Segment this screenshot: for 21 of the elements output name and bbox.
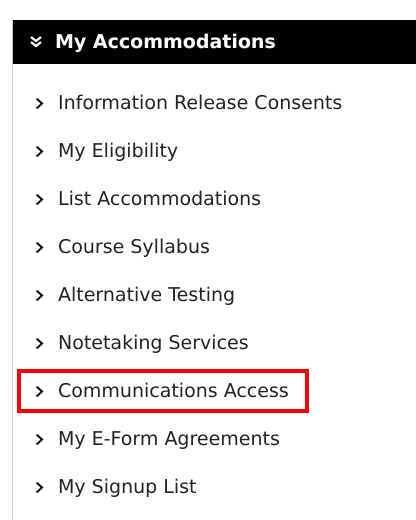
menu-link[interactable]: Information Release Consents: [17, 81, 362, 125]
menu-link[interactable]: Communications Access: [17, 369, 309, 413]
menu-title: My Accommodations: [55, 30, 276, 55]
menu-link[interactable]: My E-Form Agreements: [17, 417, 300, 461]
chevron-right-icon: [35, 240, 44, 254]
menu-link[interactable]: List Accommodations: [17, 177, 282, 221]
chevron-right-icon: [35, 480, 44, 494]
menu-link[interactable]: My Eligibility: [17, 129, 198, 173]
chevron-right-icon: [35, 288, 44, 302]
menu-link[interactable]: Alternative Testing: [17, 273, 256, 317]
chevron-right-icon: [35, 144, 44, 158]
menu-link[interactable]: My Signup List: [17, 465, 216, 509]
double-chevron-down-icon: [29, 35, 43, 49]
chevron-right-icon: [35, 432, 44, 446]
menu-link[interactable]: Notetaking Services: [17, 321, 269, 365]
menu-link[interactable]: Course Syllabus: [17, 225, 230, 269]
menu-header[interactable]: My Accommodations: [13, 20, 416, 64]
chevron-right-icon: [35, 192, 44, 206]
chevron-right-icon: [35, 384, 44, 398]
chevron-right-icon: [35, 96, 44, 110]
chevron-right-icon: [35, 336, 44, 350]
